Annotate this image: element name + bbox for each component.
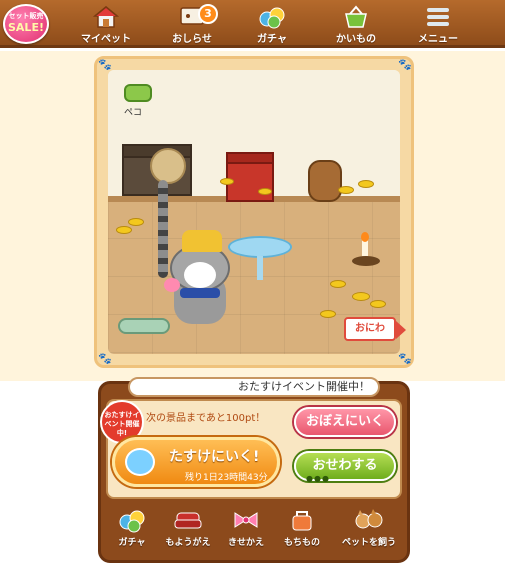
notice-icon bbox=[154, 5, 230, 29]
paw-icon: 🐾 bbox=[398, 58, 412, 71]
event-speech-bubble: おたすけイベント開催中！ bbox=[128, 377, 380, 397]
bottom-nav-adopt-pet[interactable]: ペットを飼う bbox=[336, 505, 402, 557]
sack bbox=[150, 148, 186, 184]
help-button-label: たすけにいく! bbox=[169, 449, 260, 465]
sofa-icon bbox=[160, 507, 216, 533]
message-bottle bbox=[118, 318, 170, 334]
sale-badge[interactable]: セット販売 SALE! bbox=[3, 4, 49, 44]
gold-coin bbox=[320, 310, 336, 318]
bottom-nav-dressup[interactable]: きせかえ bbox=[218, 505, 274, 557]
gold-coin bbox=[370, 300, 386, 308]
help-event-button[interactable]: たすけにいく! 残り1日23時間43分 bbox=[112, 437, 280, 487]
nav-menu-label: メニュー bbox=[418, 34, 458, 45]
nav-gacha-label: ガチャ bbox=[257, 34, 287, 45]
nav-shop-label: かいもの bbox=[336, 34, 376, 45]
bottom-nav-gacha[interactable]: ガチャ bbox=[104, 505, 160, 557]
sale-badge-line2: SALE! bbox=[8, 21, 44, 34]
candle bbox=[362, 240, 368, 256]
gacha-balls-icon bbox=[104, 507, 160, 533]
go-to-garden-button[interactable]: おにわ bbox=[344, 317, 406, 341]
bottom-nav-dressup-label: きせかえ bbox=[227, 538, 264, 548]
bottom-nav-adopt-pet-label: ペットを飼う bbox=[341, 538, 396, 548]
bottom-nav-gacha-label: ガチャ bbox=[118, 538, 146, 548]
pet-cat[interactable] bbox=[158, 180, 240, 334]
gold-coin bbox=[358, 180, 374, 188]
gold-coin bbox=[352, 292, 370, 301]
pet-room[interactable]: ペコ bbox=[108, 70, 400, 354]
nav-shop[interactable]: かいもの bbox=[318, 3, 394, 45]
table-leg bbox=[257, 256, 263, 280]
garden-button-label: おにわ bbox=[355, 323, 385, 334]
basket-icon bbox=[318, 5, 394, 29]
gold-coin bbox=[116, 226, 132, 234]
gold-coin bbox=[338, 186, 354, 194]
nav-notice[interactable]: おしらせ bbox=[154, 3, 230, 45]
cat-bow bbox=[164, 278, 180, 292]
bottom-nav-decorate-label: もようがえ bbox=[165, 538, 211, 548]
gacha-icon bbox=[234, 5, 310, 29]
barrel bbox=[308, 160, 342, 202]
bag-icon bbox=[274, 507, 330, 533]
gold-coin bbox=[220, 178, 234, 185]
top-nav: セット販売 SALE! マイペット おしらせ 3 ガチャ かいもの メニュー bbox=[0, 0, 505, 48]
peko-food-button[interactable] bbox=[124, 84, 152, 102]
paw-icon: 🐾 bbox=[398, 352, 412, 365]
gold-coin bbox=[128, 218, 144, 226]
peko-label: ペコ bbox=[124, 108, 143, 118]
fish-icon bbox=[125, 448, 155, 476]
cat-hat bbox=[182, 230, 222, 252]
remaining-time: 残り1日23時間43分 bbox=[185, 473, 268, 483]
care-progress-dots: ●●● bbox=[306, 474, 330, 483]
cat-tail bbox=[158, 180, 168, 278]
menu-icon bbox=[400, 5, 476, 29]
remember-button[interactable]: おぼえにいく bbox=[294, 407, 396, 437]
next-prize-text: 次の景品まであと100pt！ bbox=[146, 413, 266, 424]
nav-mypet-label: マイペット bbox=[81, 34, 131, 45]
nav-menu[interactable]: メニュー bbox=[400, 3, 476, 45]
cat-scarf bbox=[180, 288, 220, 298]
house-icon bbox=[68, 5, 144, 29]
gold-coin bbox=[258, 188, 272, 195]
bottom-nav-items-label: もちもの bbox=[283, 538, 320, 548]
cat-face bbox=[184, 262, 216, 288]
gold-coin bbox=[330, 280, 346, 288]
nav-mypet[interactable]: マイペット bbox=[68, 3, 144, 45]
sale-badge-line1: セット販売 bbox=[8, 12, 44, 20]
candle-stool bbox=[352, 256, 380, 266]
bottom-nav-decorate[interactable]: もようがえ bbox=[160, 505, 216, 557]
bottom-nav-items[interactable]: もちもの bbox=[274, 505, 330, 557]
ribbon-icon bbox=[218, 507, 274, 533]
nav-gacha[interactable]: ガチャ bbox=[234, 3, 310, 45]
nav-notice-label: おしらせ bbox=[172, 34, 212, 45]
pets-icon bbox=[336, 507, 402, 533]
candle-flame bbox=[361, 232, 369, 242]
notice-count-badge: 3 bbox=[198, 4, 218, 24]
